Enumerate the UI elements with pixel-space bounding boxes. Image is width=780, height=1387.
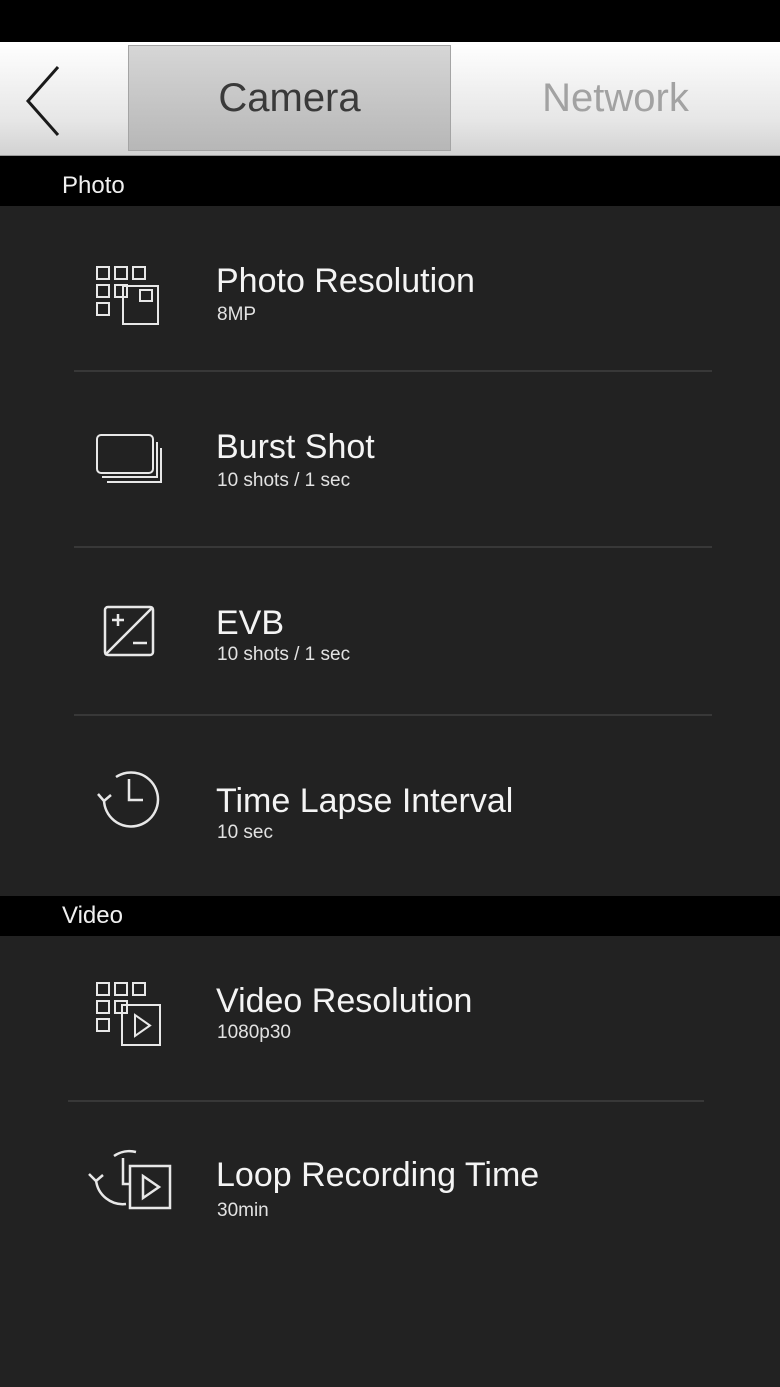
video-resolution-icon (96, 982, 161, 1046)
setting-title: Time Lapse Interval (216, 782, 514, 820)
photo-resolution-icon (96, 266, 159, 325)
loop-recording-icon (88, 1149, 172, 1210)
setting-value: 10 shots / 1 sec (217, 644, 351, 665)
burst-shot-icon (96, 434, 162, 483)
setting-value: 10 shots / 1 sec (217, 470, 351, 491)
setting-evb[interactable]: EVB 10 shots / 1 sec (0, 548, 780, 714)
setting-title: Video Resolution (216, 982, 473, 1020)
setting-value: 1080p30 (217, 1022, 291, 1043)
tab-network-label: Network (542, 75, 689, 120)
photo-settings-panel: Photo Resolution 8MP Burst Shot 10 shots… (0, 206, 780, 896)
exposure-icon (103, 605, 155, 657)
setting-burst-shot[interactable]: Burst Shot 10 shots / 1 sec (0, 372, 780, 546)
setting-photo-resolution[interactable]: Photo Resolution 8MP (0, 206, 780, 370)
tab-network[interactable]: Network (451, 45, 780, 151)
setting-value: 8MP (217, 304, 257, 325)
tab-bar: Camera Network (0, 42, 780, 156)
tab-camera[interactable]: Camera (128, 45, 451, 151)
section-label-photo: Photo (62, 172, 125, 199)
section-header-photo: Photo (0, 166, 780, 206)
setting-title: Photo Resolution (216, 262, 475, 300)
setting-title: Burst Shot (216, 428, 375, 466)
setting-title: EVB (216, 604, 285, 642)
setting-time-lapse-interval[interactable]: Time Lapse Interval 10 sec (0, 716, 780, 896)
setting-video-resolution[interactable]: Video Resolution 1080p30 (0, 936, 780, 1100)
chevron-left-icon (25, 66, 60, 136)
tab-camera-label: Camera (218, 75, 361, 120)
section-label-video: Video (62, 902, 123, 929)
video-settings-panel: Video Resolution 1080p30 Loop Recording … (0, 936, 780, 1387)
status-bar (0, 0, 780, 42)
setting-value: 30min (217, 1200, 269, 1221)
section-header-video: Video (0, 896, 780, 936)
back-button[interactable] (0, 42, 128, 155)
setting-loop-recording-time[interactable]: Loop Recording Time 30min (0, 1102, 780, 1278)
setting-value: 10 sec (217, 822, 273, 843)
setting-title: Loop Recording Time (216, 1156, 540, 1194)
time-lapse-icon (97, 771, 160, 828)
